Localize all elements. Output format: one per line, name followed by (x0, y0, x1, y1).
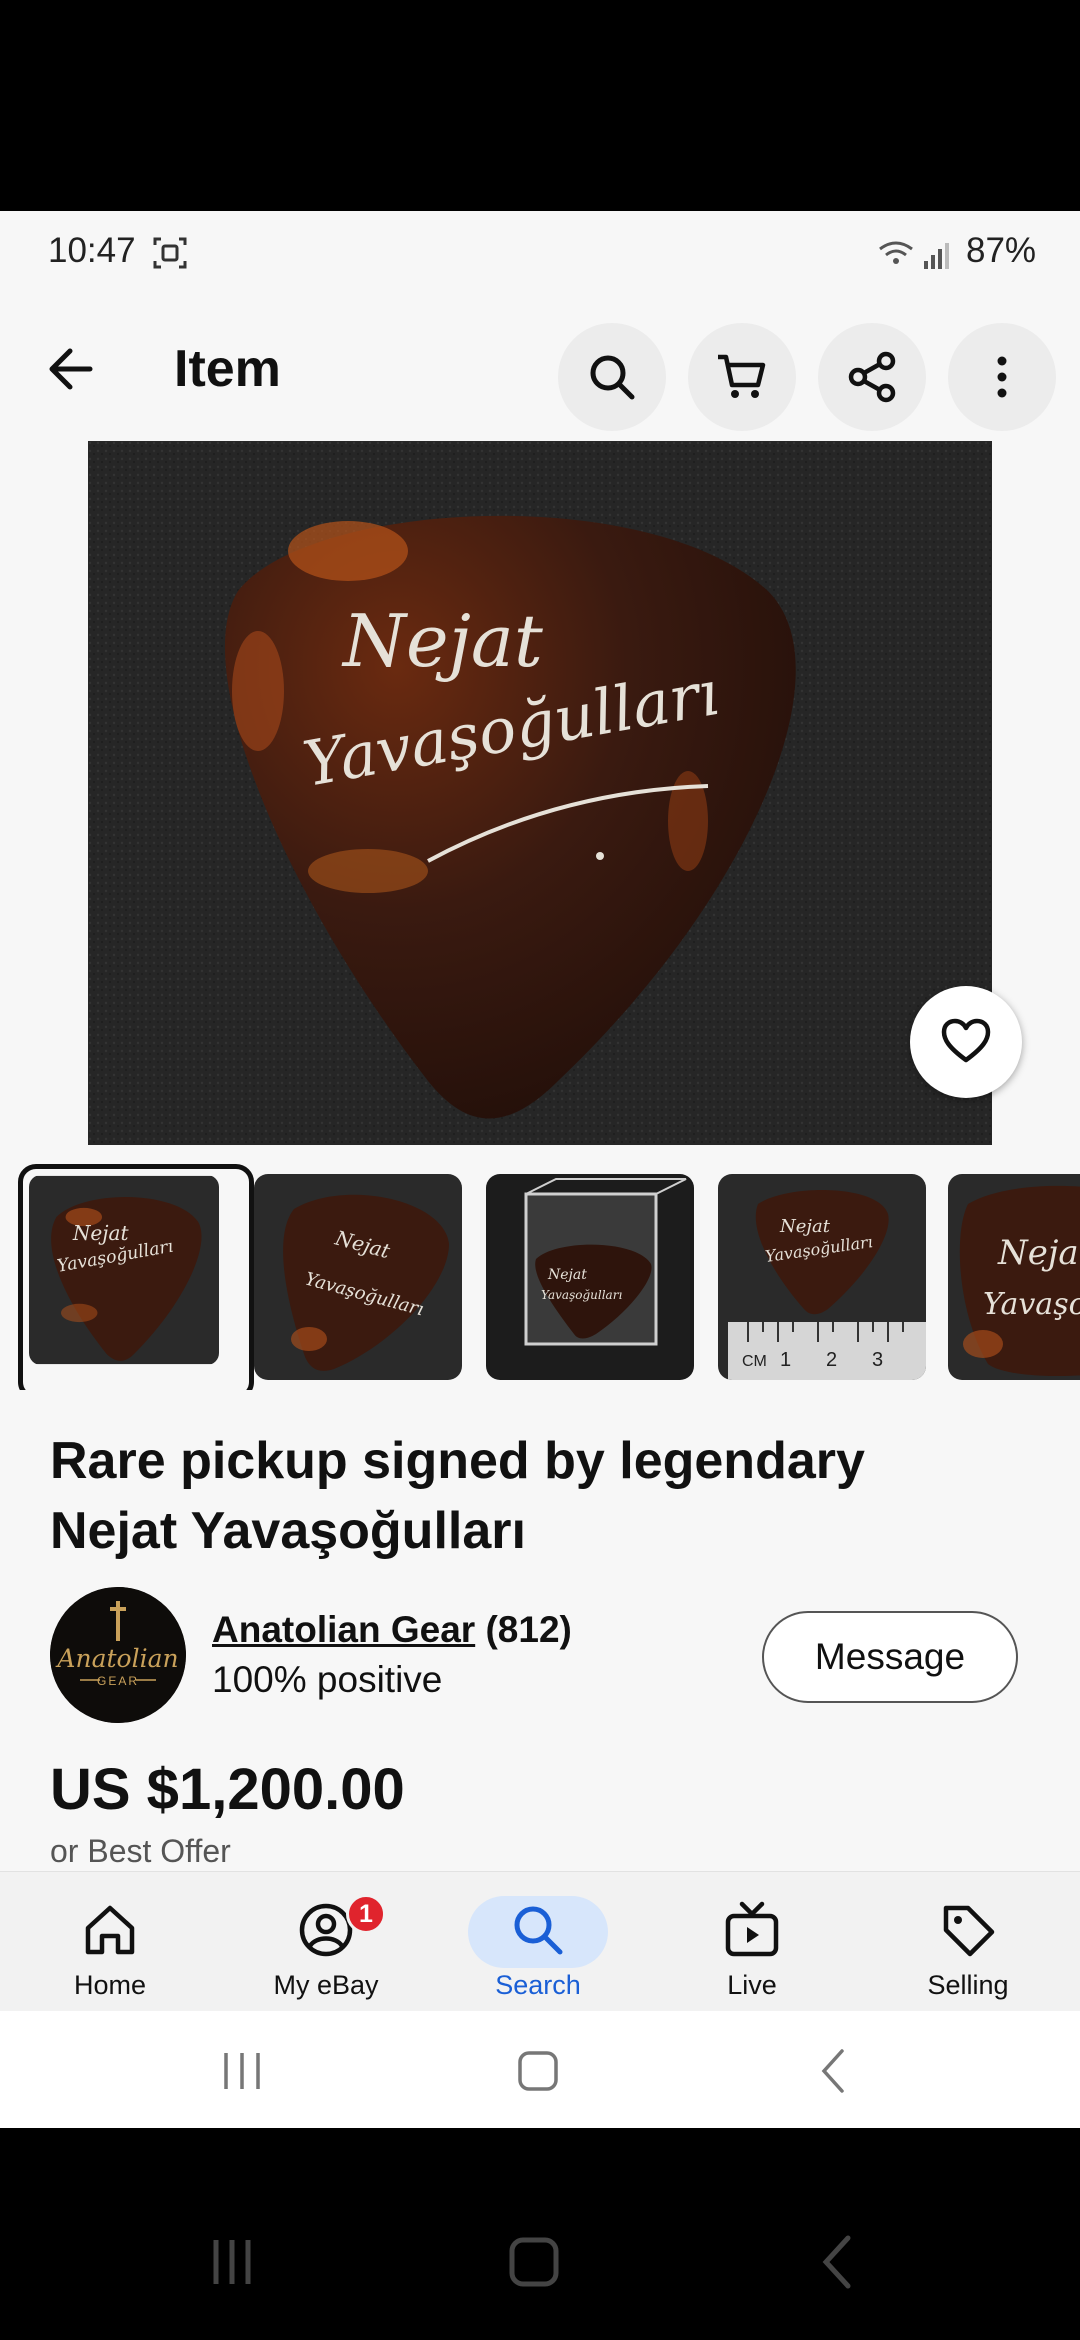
app-screen: 10:47 87% Item Nejat Yavaşoğulları Nejat… (0, 211, 1080, 2128)
nav-live[interactable]: Live (652, 1872, 852, 2012)
svg-text:Nejat: Nejat (72, 1221, 130, 1245)
home-button-icon[interactable] (502, 2230, 566, 2294)
signal-wifi-icon (879, 241, 949, 269)
share-icon (848, 351, 896, 403)
svg-text:Nejat: Nejat (779, 1216, 831, 1237)
search-icon (590, 355, 635, 400)
seller-info: Anatolian Gear (812) (212, 1609, 572, 1651)
svg-text:Anatolian: Anatolian (55, 1644, 178, 1673)
listing-title-line2: Nejat Yavaşoğulları (50, 1502, 526, 1560)
thumbnail-1[interactable]: Nejat Yavaşoğulları (18, 1164, 254, 1390)
status-bar: 10:47 87% (0, 211, 1080, 297)
svg-text:3: 3 (872, 1349, 883, 1371)
listing-title: Rare pickup signed by legendary Nejat Ya… (50, 1426, 1040, 1566)
nav-my-ebay-label: My eBay (273, 1970, 379, 2000)
tag-icon (943, 1905, 995, 1957)
back-button-icon[interactable] (806, 2230, 870, 2294)
device-navigation-bar (0, 2200, 1080, 2330)
home-button-icon[interactable] (508, 2041, 568, 2101)
svg-text:GEAR: GEAR (97, 1674, 139, 1688)
live-tv-icon (725, 1901, 779, 1957)
svg-text:Yavaşoğulları: Yavaşoğulları (541, 1288, 622, 1302)
product-image[interactable]: Nejat Yavaşoğulları (88, 441, 992, 1145)
seller-feedback-count: (812) (485, 1609, 572, 1650)
nav-search[interactable]: Search (438, 1872, 638, 2012)
price: US $1,200.00 (50, 1757, 405, 1822)
home-icon (85, 1905, 135, 1955)
thumbnail-5[interactable]: Nejat Yavaşoğulları (948, 1174, 1080, 1380)
more-options-button[interactable] (948, 323, 1056, 431)
nav-selling[interactable]: Selling (868, 1872, 1068, 2012)
seller-name-link[interactable]: Anatolian Gear (212, 1609, 475, 1650)
nav-home-label: Home (73, 1970, 147, 2000)
best-offer-note: or Best Offer (50, 1833, 231, 1869)
seller-positive-feedback: 100% positive (212, 1659, 443, 1700)
cart-button[interactable] (688, 323, 796, 431)
thumbnail-3[interactable]: Nejat Yavaşoğulları (486, 1174, 694, 1380)
nav-live-label: Live (727, 1970, 777, 2000)
nav-home[interactable]: Home (10, 1872, 210, 2012)
thumbnail-4[interactable]: Nejat Yavaşoğulları CM 1 2 3 (718, 1174, 926, 1380)
seller-logo: Anatolian GEAR (50, 1587, 186, 1723)
top-app-bar: Item (0, 297, 1080, 439)
search-button[interactable] (558, 323, 666, 431)
thumbnail-strip[interactable]: Nejat Yavaşoğulları Nejat Yavaşoğulları … (18, 1164, 1080, 1390)
svg-text:Nejat: Nejat (997, 1233, 1080, 1273)
svg-text:1: 1 (780, 1349, 791, 1371)
svg-text:Yavaşoğulları: Yavaşoğulları (983, 1287, 1080, 1322)
nav-my-ebay[interactable]: 1 My eBay (226, 1872, 426, 2012)
thumbnail-2[interactable]: Nejat Yavaşoğulları (254, 1174, 462, 1380)
more-vertical-icon (997, 356, 1007, 398)
cart-icon (718, 354, 766, 398)
screenshot-icon (153, 237, 187, 269)
message-button[interactable]: Message (762, 1611, 1018, 1703)
recent-apps-icon[interactable] (212, 2041, 272, 2101)
svg-text:CM: CM (742, 1353, 767, 1370)
recent-apps-icon[interactable] (200, 2230, 264, 2294)
share-button[interactable] (818, 323, 926, 431)
search-icon (514, 1906, 563, 1955)
watchlist-button[interactable] (910, 986, 1022, 1098)
system-navigation-bar (0, 2011, 1080, 2128)
nav-selling-label: Selling (927, 1970, 1009, 2000)
back-arrow-icon[interactable] (40, 337, 104, 401)
back-button-icon[interactable] (804, 2041, 864, 2101)
svg-text:2: 2 (826, 1349, 837, 1371)
battery-level: 87% (966, 231, 1037, 270)
nav-search-label: Search (495, 1970, 581, 2000)
status-time: 10:47 (48, 231, 136, 270)
svg-text:Nejat: Nejat (547, 1267, 587, 1283)
page-title: Item (174, 340, 281, 398)
notification-badge: 1 (346, 1894, 386, 1934)
bottom-navigation: Home 1 My eBay Search Live Selling (0, 1871, 1080, 2012)
listing-title-line1: Rare pickup signed by legendary (50, 1432, 865, 1490)
heart-icon (941, 1018, 991, 1063)
engraving-line1: Nejat (341, 599, 544, 683)
seller-avatar[interactable]: Anatolian GEAR (50, 1587, 186, 1723)
